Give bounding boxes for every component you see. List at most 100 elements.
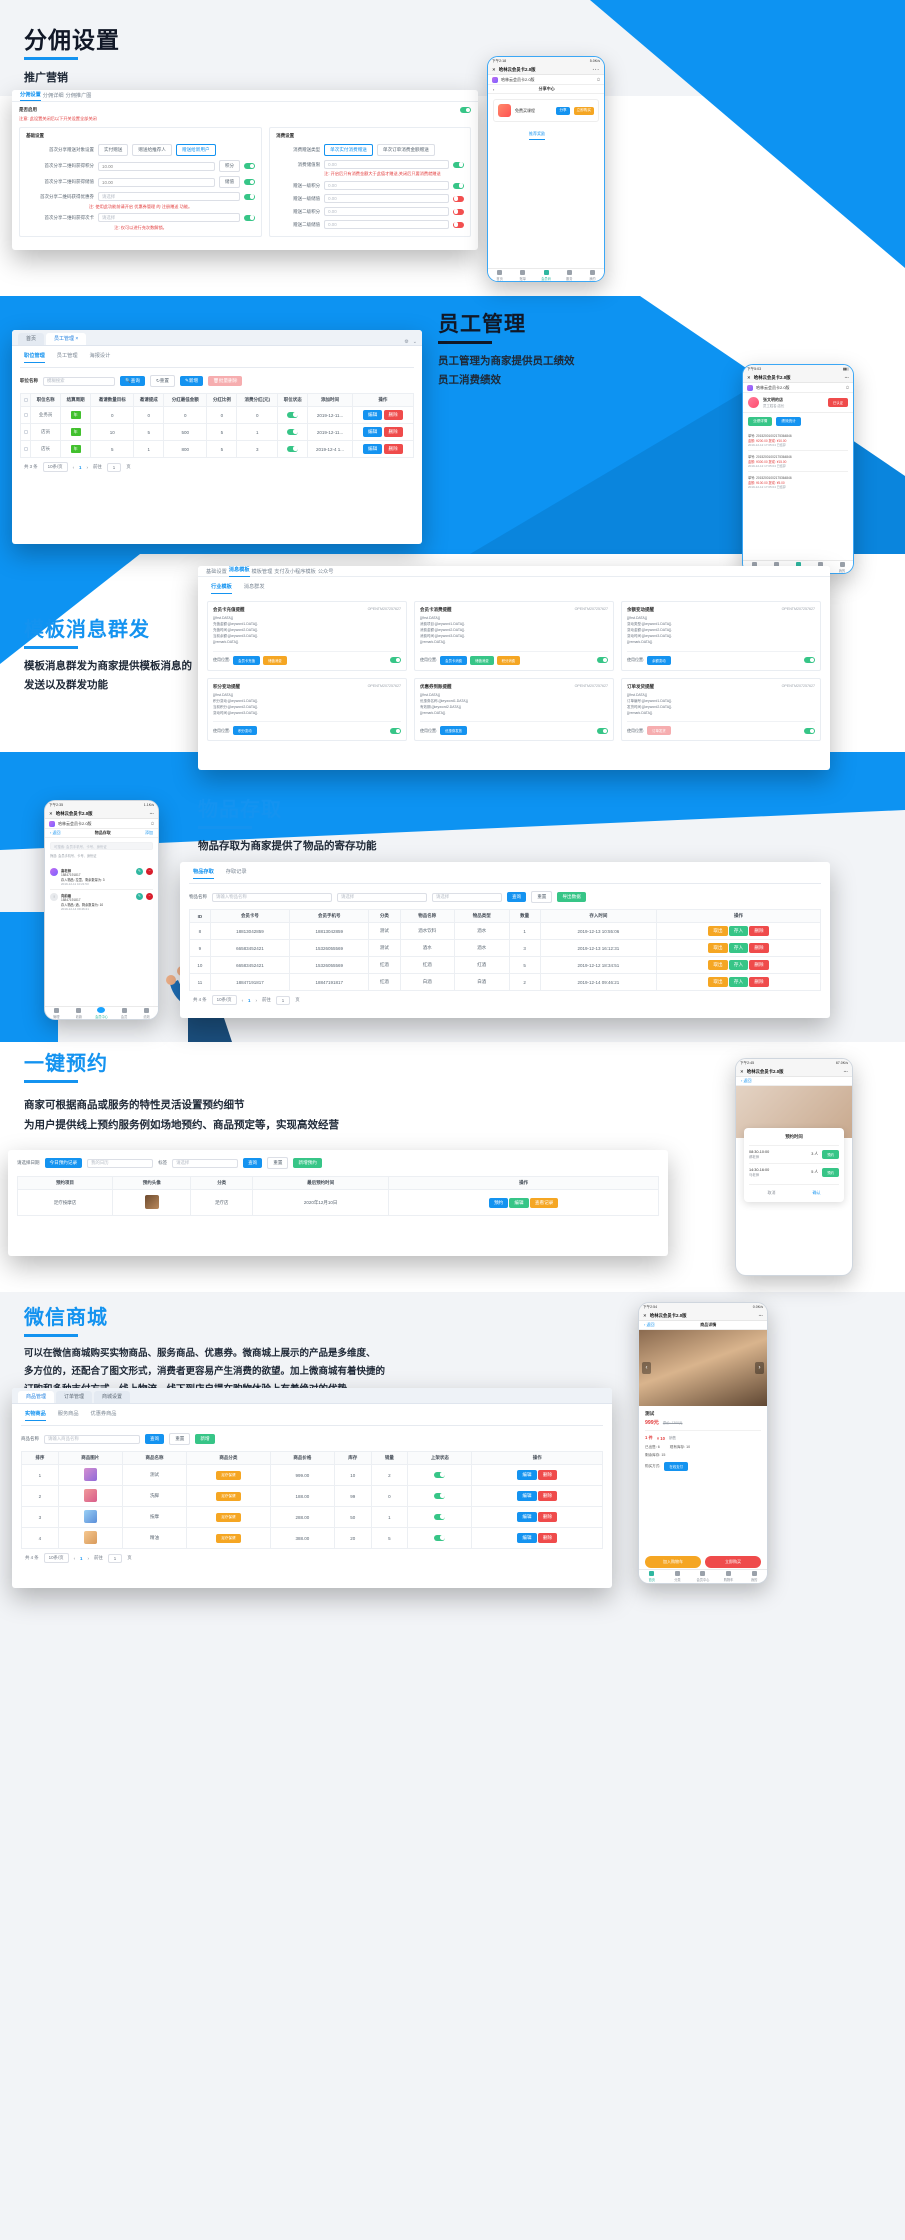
tabbar-home[interactable]: 首页 xyxy=(639,1570,665,1583)
subtab-item-storage[interactable]: 物品存取 xyxy=(193,868,214,879)
buy-now-button[interactable]: 立即购买 xyxy=(573,106,594,115)
delete-button[interactable]: 删除 xyxy=(749,926,769,936)
l2-points-toggle[interactable] xyxy=(453,208,464,215)
share-coupon-select[interactable]: 请选择 xyxy=(98,192,241,201)
tabbar-member-center[interactable]: 会员中心 xyxy=(690,1570,716,1583)
subtab-physical-goods[interactable]: 实物商品 xyxy=(25,1410,46,1421)
more-icon[interactable]: ··· xyxy=(844,1069,848,1074)
slot-book-button[interactable]: 预约 xyxy=(822,1168,839,1177)
usage-chip[interactable]: 优惠券发放 xyxy=(440,726,468,736)
row-checkbox[interactable] xyxy=(19,423,32,441)
share-balance-input[interactable]: 10.00 xyxy=(98,177,215,187)
usage-chip[interactable]: 储值消费 xyxy=(263,655,287,665)
subtab-industry-template[interactable]: 行业模板 xyxy=(211,583,232,594)
reward-tab[interactable]: 推荐奖励 xyxy=(529,131,545,140)
usage-chip[interactable]: 积分变动 xyxy=(233,726,257,736)
store-in-button[interactable]: 存入 xyxy=(728,960,749,970)
reset-button[interactable]: 重置 xyxy=(267,1157,289,1169)
card-toggle[interactable] xyxy=(804,657,815,664)
power-icon[interactable]: ⏻ xyxy=(151,821,154,826)
add-booking-button[interactable]: 新增预约 xyxy=(293,1158,322,1168)
status-toggle[interactable] xyxy=(434,1534,446,1541)
close-icon[interactable]: ✕ xyxy=(740,1069,744,1075)
tab-home[interactable]: 首页 xyxy=(18,333,45,345)
row-checkbox[interactable] xyxy=(19,440,32,458)
card-toggle[interactable] xyxy=(804,727,815,734)
cell-status[interactable] xyxy=(407,1485,473,1507)
tab-commission-poster[interactable]: 分佣推广图 xyxy=(66,92,92,99)
add-product-button[interactable]: 新增 xyxy=(195,1434,215,1444)
tab-template-mgmt[interactable]: 模板管理 xyxy=(252,568,273,575)
take-out-button[interactable]: 取出 xyxy=(708,926,728,936)
radio-pay-reward[interactable]: 实付赠送 xyxy=(98,144,129,156)
share-card-toggle[interactable] xyxy=(244,214,256,221)
tabbar-category[interactable]: 分类 xyxy=(665,1570,691,1583)
tabbar-member-center[interactable]: 会员中心 xyxy=(90,1007,113,1019)
store-in-button[interactable]: 存入 xyxy=(728,926,749,936)
tabbar-service[interactable]: 服务 xyxy=(558,269,581,281)
row-checkbox[interactable] xyxy=(19,406,32,424)
share-button[interactable]: 分享 xyxy=(556,106,570,115)
delete-button[interactable]: 删除 xyxy=(537,1491,558,1501)
tab-mall-settings[interactable]: 商城设置 xyxy=(94,1391,131,1403)
back-chevron-icon[interactable]: ‹ xyxy=(493,87,494,92)
tab-staff-mgmt[interactable]: 员工管理 × xyxy=(46,333,87,345)
search-button[interactable]: 查询 xyxy=(507,892,527,902)
delete-button[interactable]: 删除 xyxy=(749,943,769,953)
status-toggle[interactable] xyxy=(287,411,299,418)
delete-icon[interactable]: − xyxy=(146,868,153,875)
chevron-down-icon[interactable]: ⌄ xyxy=(413,339,417,345)
tab-pay-mini[interactable]: 支付及小程序模板 xyxy=(274,568,316,575)
l1-balance-toggle[interactable] xyxy=(453,195,464,202)
cell-status[interactable] xyxy=(277,423,309,441)
radio-single-pay[interactable]: 单次实付消费赠送 xyxy=(324,144,373,156)
subtab-position-mgmt[interactable]: 职位管理 xyxy=(24,352,45,363)
card-toggle[interactable] xyxy=(390,727,401,734)
pager-page[interactable]: 1 xyxy=(79,465,81,470)
usage-chip[interactable]: 余额变动 xyxy=(647,655,671,665)
status-toggle[interactable] xyxy=(287,428,299,435)
pager-goto-input[interactable]: 1 xyxy=(275,995,291,1005)
bulk-delete-button[interactable]: 🗑批量删除 xyxy=(208,376,243,386)
subtab-service-goods[interactable]: 服务商品 xyxy=(58,1410,79,1421)
edit-icon[interactable]: ✎ xyxy=(136,893,143,900)
pager-prev[interactable]: ‹ xyxy=(242,998,243,1003)
close-icon[interactable]: ✕ xyxy=(49,811,53,817)
edit-button[interactable]: 编辑 xyxy=(517,1470,537,1480)
share-points-input[interactable]: 10.00 xyxy=(98,161,215,171)
more-icon[interactable]: ··· xyxy=(759,1313,763,1318)
delete-button[interactable]: 删除 xyxy=(383,427,403,437)
more-icon[interactable]: ··· xyxy=(845,375,849,380)
more-icon[interactable]: ··· xyxy=(150,811,154,816)
cell-status[interactable] xyxy=(407,1527,473,1549)
add-button[interactable]: 添加 xyxy=(145,830,153,836)
chip-performance-stats[interactable]: 绩效统计 xyxy=(776,417,801,426)
add-button[interactable]: ✎新增 xyxy=(180,376,204,386)
buy-now-button[interactable]: 立即购买 xyxy=(705,1556,761,1568)
power-icon[interactable]: ⏻ xyxy=(846,385,849,390)
gear-icon[interactable]: ⚙ xyxy=(404,339,408,345)
radio-referrer-reward[interactable]: 赠送给推荐人 xyxy=(132,144,172,156)
edit-button[interactable]: 编辑 xyxy=(517,1512,537,1522)
pager-next[interactable]: › xyxy=(86,465,87,470)
subtab-staff-mgmt[interactable]: 员工管理 xyxy=(57,352,78,363)
consume-limit-input[interactable]: 0.00 xyxy=(324,160,449,169)
card-toggle[interactable] xyxy=(597,657,608,664)
reset-button[interactable]: 重置 xyxy=(531,891,553,903)
status-toggle[interactable] xyxy=(287,445,299,452)
carousel-prev-icon[interactable]: ‹ xyxy=(642,1362,651,1374)
l2-points-input[interactable]: 0.00 xyxy=(324,207,449,216)
pay-method-chip[interactable]: 在线支付 xyxy=(664,1462,688,1471)
share-coupon-toggle[interactable] xyxy=(244,193,256,200)
l2-balance-toggle[interactable] xyxy=(453,221,464,228)
usage-chip[interactable]: 储值消费 xyxy=(470,655,494,665)
delete-button[interactable]: 删除 xyxy=(383,410,403,420)
l1-balance-input[interactable]: 0.00 xyxy=(324,194,449,203)
tab-msg-template[interactable]: 消息模板 xyxy=(228,566,250,577)
delete-button[interactable]: 删除 xyxy=(749,977,769,987)
book-button[interactable]: 预约 xyxy=(488,1197,509,1208)
confirm-button[interactable]: 确认 xyxy=(813,1190,821,1196)
power-icon[interactable]: ⏻ xyxy=(597,77,600,82)
cancel-button[interactable]: 取消 xyxy=(768,1190,776,1196)
radio-order-amount[interactable]: 单次订单消费金额赠送 xyxy=(376,144,435,156)
